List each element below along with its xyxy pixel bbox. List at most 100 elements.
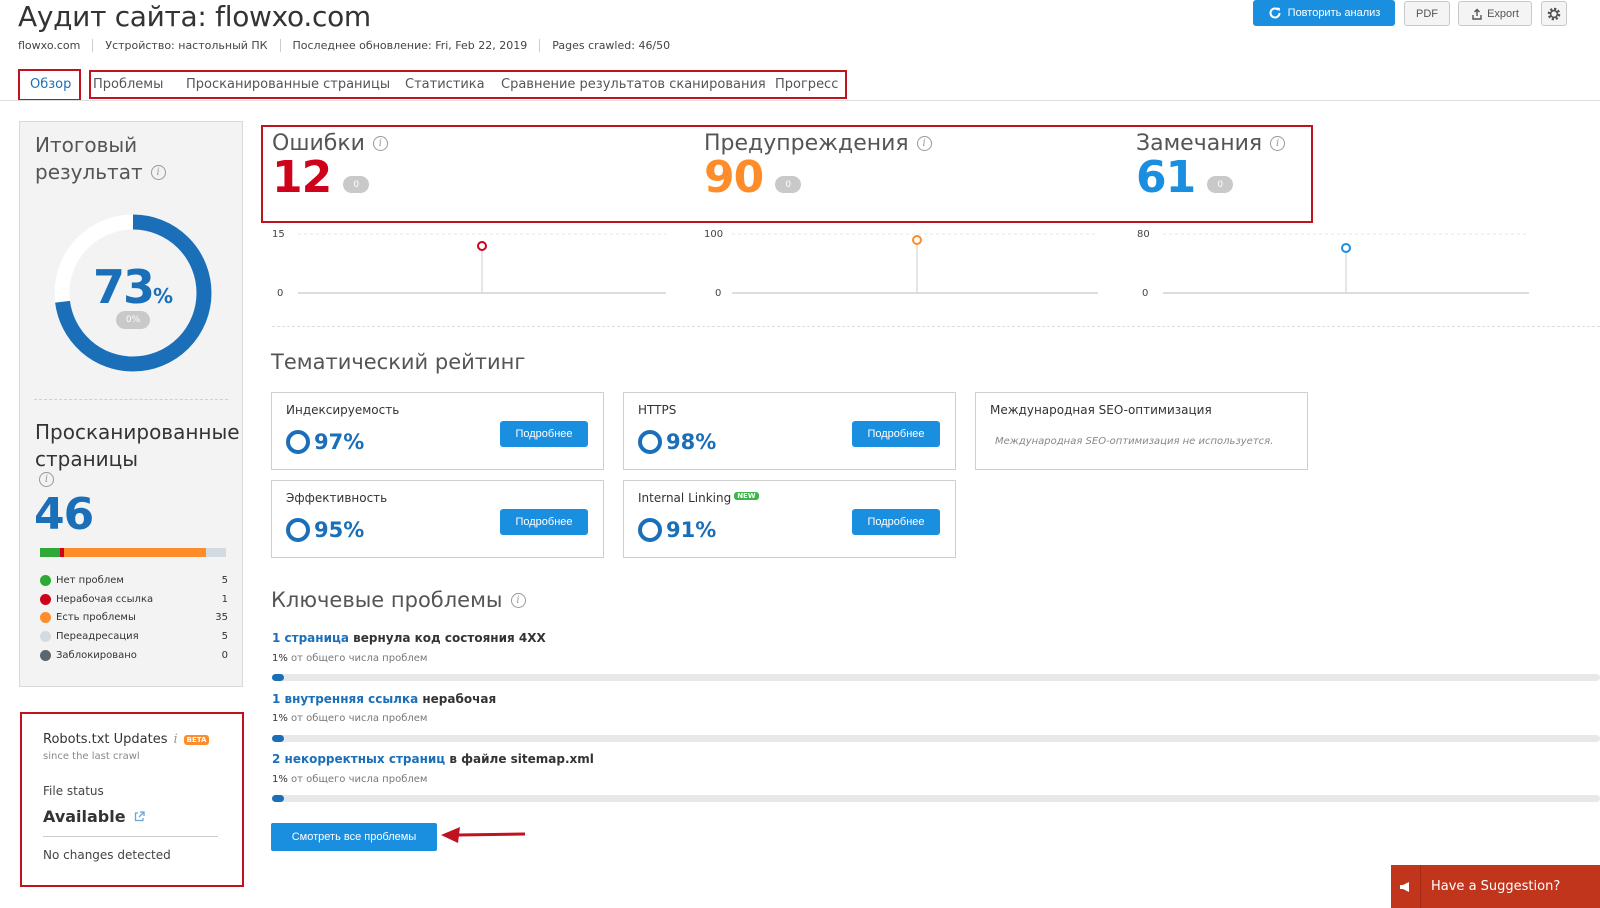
warnings-block: Предупреждения i 90 0: [704, 131, 932, 203]
orange-dot-icon: [40, 612, 51, 623]
robots-changes: No changes detected: [43, 848, 171, 862]
info-icon[interactable]: i: [173, 732, 177, 747]
warnings-count: 90: [704, 152, 764, 203]
notices-point[interactable]: [1341, 243, 1351, 253]
tab-progress[interactable]: Прогресс: [775, 77, 838, 92]
issue-link[interactable]: 1 внутренняя ссылка: [272, 692, 418, 706]
tab-crawled-pages[interactable]: Просканированные страницы: [186, 77, 390, 92]
dark-dot-icon: [40, 650, 51, 661]
megaphone-icon: [1391, 865, 1421, 908]
errors-trend-chart: [298, 233, 666, 294]
page-status-bar: [40, 548, 226, 557]
https-score: 98%: [666, 430, 717, 454]
view-all-issues-button[interactable]: Смотреть все проблемы: [271, 823, 437, 851]
meta-device: Устройство: настольный ПК: [92, 39, 279, 52]
red-dot-icon: [40, 594, 51, 605]
issue-share: 1% от общего числа проблем: [272, 653, 428, 664]
pdf-button[interactable]: PDF: [1404, 1, 1450, 26]
total-score-delta: 0%: [116, 311, 150, 329]
performance-score: 95%: [314, 518, 365, 542]
page-title: Аудит сайта: flowxo.com: [18, 0, 371, 33]
rerun-analysis-button[interactable]: Повторить анализ: [1253, 0, 1395, 26]
card-internal-linking: Internal Linking NEW 91% Подробнее: [623, 480, 956, 558]
arrow-annotation-icon: [441, 827, 526, 843]
robots-title: Robots.txt Updates i BETA: [43, 732, 210, 747]
file-status-label: File status: [43, 784, 104, 798]
external-link-icon[interactable]: [134, 811, 145, 822]
score-ring-icon: [286, 430, 310, 454]
new-badge: NEW: [734, 492, 759, 500]
gear-icon: [1547, 7, 1561, 20]
card-https: HTTPS 98% Подробнее: [623, 392, 956, 470]
meta-domain: flowxo.com: [18, 39, 81, 52]
status-bar-segment: [205, 548, 226, 557]
score-ring-icon: [638, 430, 662, 454]
info-icon[interactable]: i: [1270, 136, 1286, 151]
robots-divider: [43, 836, 218, 837]
export-button[interactable]: Export: [1458, 1, 1532, 26]
suggestion-button[interactable]: Have a Suggestion?: [1391, 865, 1600, 908]
legend-has-issues: Есть проблемы 35: [40, 612, 228, 623]
info-icon[interactable]: i: [916, 136, 932, 151]
green-dot-icon: [40, 575, 51, 586]
robots-subtitle: since the last crawl: [43, 751, 140, 762]
score-ring-icon: [638, 518, 662, 542]
status-bar-segment: [40, 548, 61, 557]
info-icon[interactable]: i: [372, 136, 388, 151]
notices-axis-min: 0: [1142, 288, 1149, 299]
errors-count: 12: [272, 152, 332, 203]
file-status-value: Available: [43, 807, 145, 826]
details-button[interactable]: Подробнее: [500, 509, 588, 535]
issue-share: 1% от общего числа проблем: [272, 713, 428, 724]
legend-blocked: Заблокировано 0: [40, 650, 228, 661]
summary-panel: Итоговый результат i 73% 0% Просканирован…: [19, 121, 243, 687]
notices-trend-chart: [1163, 233, 1529, 294]
issue-progress: [272, 735, 1600, 742]
errors-point[interactable]: [477, 241, 487, 251]
info-icon[interactable]: i: [39, 472, 54, 487]
info-icon[interactable]: i: [510, 592, 526, 608]
tabs-divider: [0, 100, 1600, 101]
issue-title: 1 страница вернула код состояния 4XX: [272, 631, 546, 645]
tab-compare-crawls[interactable]: Сравнение результатов сканирования: [501, 77, 766, 92]
warnings-trend-chart: [732, 233, 1098, 294]
issue-link[interactable]: 2 некорректных страниц: [272, 752, 445, 766]
meta-pages-crawled: Pages crawled: 46/50: [539, 39, 682, 52]
issue-progress: [272, 795, 1600, 802]
notices-delta: 0: [1207, 176, 1234, 193]
errors-axis-min: 0: [277, 288, 284, 299]
card-indexability: Индексируемость 97% Подробнее: [271, 392, 604, 470]
international-seo-note: Международная SEO-оптимизация не использ…: [995, 436, 1274, 447]
crawled-pages-count: 46: [34, 489, 94, 540]
warnings-axis-max: 100: [704, 229, 724, 240]
legend-redirects: Переадресация 5: [40, 631, 228, 642]
details-button[interactable]: Подробнее: [852, 421, 940, 447]
panel-divider: [34, 399, 228, 400]
issue-link[interactable]: 1 страница: [272, 631, 349, 645]
thematic-title: Тематический рейтинг: [271, 350, 526, 374]
refresh-icon: [1269, 7, 1281, 19]
score-ring-icon: [286, 518, 310, 542]
settings-button[interactable]: [1541, 1, 1567, 26]
details-button[interactable]: Подробнее: [500, 421, 588, 447]
issue-title: 2 некорректных страниц в файле sitemap.x…: [272, 752, 594, 766]
card-international-seo: Международная SEO-оптимизация Международ…: [975, 392, 1308, 470]
internal-linking-score: 91%: [666, 518, 717, 542]
details-button[interactable]: Подробнее: [852, 509, 940, 535]
grey-dot-icon: [40, 631, 51, 642]
indexability-score: 97%: [314, 430, 365, 454]
issue-share: 1% от общего числа проблем: [272, 774, 428, 785]
legend-broken: Нерабочая ссылка 1: [40, 594, 228, 605]
warnings-axis-min: 0: [715, 288, 722, 299]
warnings-point[interactable]: [912, 235, 922, 245]
tab-overview[interactable]: Обзор: [30, 77, 71, 92]
info-icon[interactable]: i: [150, 165, 166, 180]
legend-no-issues: Нет проблем 5: [40, 575, 228, 586]
total-score-value: 73%: [92, 260, 174, 314]
errors-delta: 0: [343, 176, 370, 193]
key-issues-title: Ключевые проблемы i: [271, 588, 526, 612]
tab-statistics[interactable]: Статистика: [405, 77, 485, 92]
stats-divider: [272, 326, 1600, 327]
tab-issues[interactable]: Проблемы: [93, 77, 163, 92]
issue-title: 1 внутренняя ссылка нерабочая: [272, 692, 497, 706]
